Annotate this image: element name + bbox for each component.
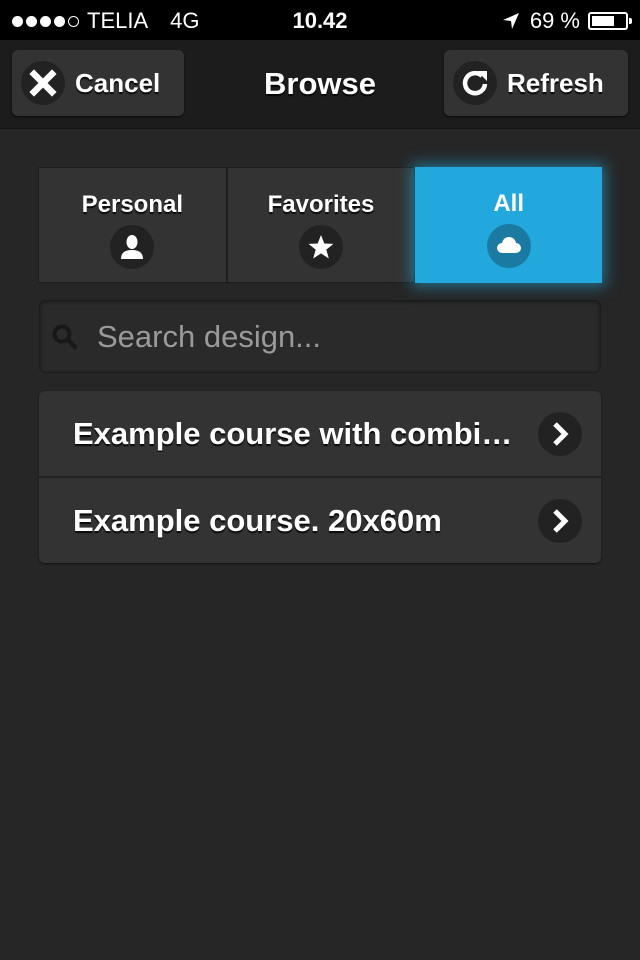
chevron-right-icon <box>553 508 569 533</box>
refresh-icon <box>462 70 488 96</box>
disclosure-button[interactable] <box>538 498 582 543</box>
course-list: Example course with combined... Example … <box>39 391 601 563</box>
person-icon <box>121 235 144 259</box>
battery-percent: 69 % <box>529 8 580 33</box>
refresh-button[interactable]: Refresh <box>444 50 628 116</box>
disclosure-button[interactable] <box>538 411 582 456</box>
tab-label: All <box>493 190 525 217</box>
course-title: Example course with combined... <box>73 415 523 451</box>
search-box <box>39 300 601 373</box>
tab-all[interactable]: All <box>415 167 603 283</box>
refresh-label: Refresh <box>507 67 604 98</box>
tab-favorites[interactable]: Favorites <box>227 168 415 282</box>
tab-personal[interactable]: Personal <box>39 168 226 282</box>
battery-icon <box>588 12 632 30</box>
tab-label: Personal <box>81 191 184 218</box>
list-item[interactable]: Example course. 20x60m <box>39 476 601 563</box>
battery-fill <box>592 16 615 26</box>
status-bar: TELIA 4G 10.42 69 % <box>0 0 640 40</box>
search-input[interactable] <box>95 317 579 356</box>
list-item[interactable]: Example course with combined... <box>39 391 601 476</box>
search-icon <box>52 324 78 349</box>
cloud-icon <box>496 237 521 253</box>
star-icon <box>308 235 334 259</box>
course-title: Example course. 20x60m <box>73 502 442 538</box>
tab-label: Favorites <box>267 191 375 218</box>
nav-bar: Cancel Browse Refresh <box>0 40 640 129</box>
location-arrow-icon <box>502 13 519 29</box>
scope-tabs: Personal Favorites All <box>38 167 603 283</box>
chevron-right-icon <box>553 421 569 446</box>
